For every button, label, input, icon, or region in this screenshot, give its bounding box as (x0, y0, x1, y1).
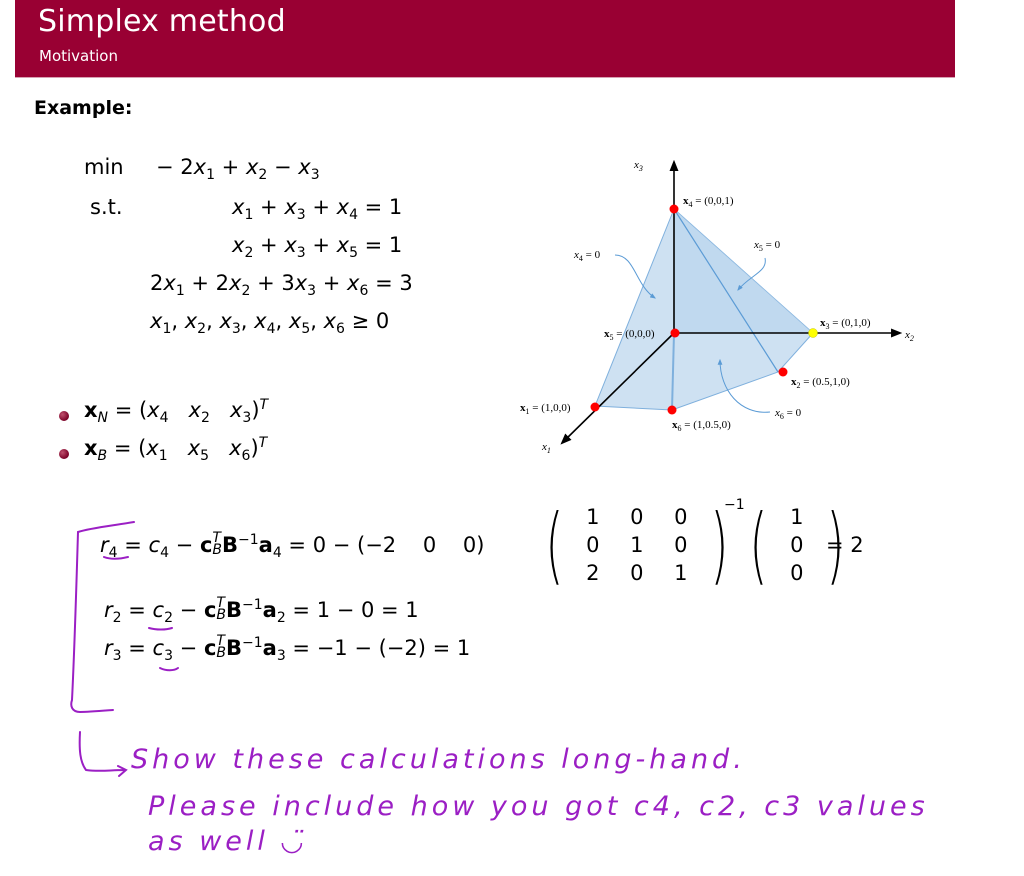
underline-c2 (148, 627, 173, 631)
underline-c3 (159, 667, 179, 672)
handwritten-note-line-1: Show these calculations long-hand. (131, 744, 746, 775)
handwritten-note-line-3: as well ◡̈ (148, 826, 307, 857)
arrow-stroke (78, 731, 128, 777)
underline-c4 (103, 556, 129, 560)
bracket-stroke (70, 521, 135, 714)
handwritten-note-line-2: Please include how you got c4, c2, c3 va… (148, 791, 929, 822)
